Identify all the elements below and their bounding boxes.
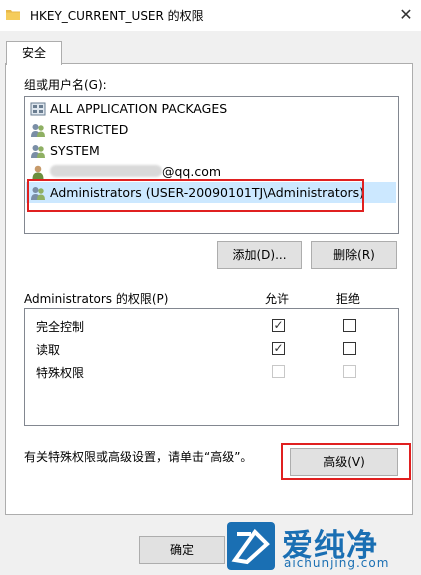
watermark-logo: 爱纯净 aichunjing.com [224,516,421,575]
allow-checkbox[interactable]: ✓ [272,341,285,355]
deny-checkbox[interactable] [343,342,356,355]
permission-label: 完全控制 [36,320,85,334]
users-icon [31,145,45,158]
tab-security-label: 安全 [21,46,46,60]
window-title: HKEY_CURRENT_USER 的权限 [30,9,204,23]
ok-button[interactable]: 确定 [139,536,225,564]
close-icon[interactable]: ✕ [396,5,416,25]
group-user-list[interactable]: ALL APPLICATION PACKAGES RESTRICTED SYST… [24,96,399,234]
groups-label: 组或用户名(G): [24,78,107,92]
checkmark-icon: ✓ [273,318,284,332]
list-item[interactable]: ALL APPLICATION PACKAGES [26,98,396,119]
permission-row: 特殊权限 [26,361,396,382]
tab-security[interactable]: 安全 [6,41,62,65]
permissions-label: Administrators 的权限(P) [24,292,169,306]
logo-mark-icon [227,522,275,570]
checkmark-icon: ✓ [273,341,284,355]
user-icon [32,165,44,179]
list-item-label: SYSTEM [50,143,100,158]
permissions-list: 完全控制 ✓ 读取 ✓ 特殊权限 [24,308,399,426]
list-item[interactable]: RESTRICTED [26,119,396,140]
deny-checkbox[interactable] [343,319,356,332]
packages-icon [30,102,46,116]
email-suffix: @qq.com [162,164,222,179]
allow-checkbox-disabled [272,365,285,378]
add-button[interactable]: 添加(D)... [217,241,302,269]
permission-label: 读取 [36,343,61,357]
allow-header: 允许 [265,292,290,306]
highlight-box [281,443,411,480]
list-item-label: @qq.com [50,164,221,179]
advanced-hint: 有关特殊权限或高级设置，请单击“高级”。 [24,450,253,464]
title-bar: HKEY_CURRENT_USER 的权限 ✕ [0,0,421,31]
allow-checkbox[interactable]: ✓ [272,318,285,332]
redacted-email [50,165,162,177]
list-item-label: RESTRICTED [50,122,129,137]
users-icon [31,124,45,137]
folder-icon [6,10,20,20]
list-item-label: ALL APPLICATION PACKAGES [50,101,228,116]
permission-label: 特殊权限 [36,366,85,380]
permission-row: 读取 ✓ [26,338,396,359]
deny-checkbox-disabled [343,365,356,378]
remove-button[interactable]: 删除(R) [311,241,397,269]
brand-url: aichunjing.com [284,556,390,570]
deny-header: 拒绝 [336,292,361,306]
permission-row: 完全控制 ✓ [26,315,396,336]
list-item[interactable]: SYSTEM [26,140,396,161]
highlight-box [27,179,364,212]
